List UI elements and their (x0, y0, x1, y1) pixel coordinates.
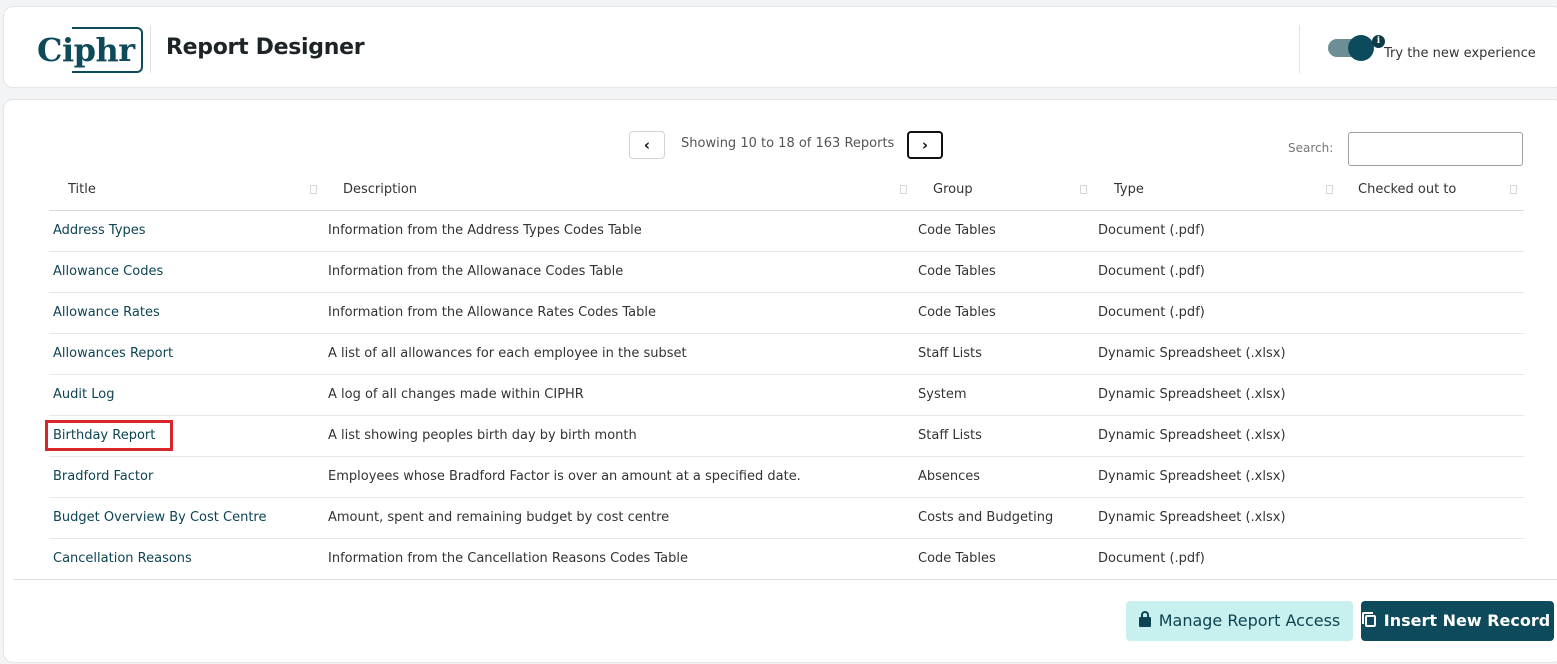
table-row: Birthday Report A list showing peoples b… (45, 416, 1524, 457)
sort-icon[interactable] (1510, 185, 1517, 194)
column-header-type[interactable]: Type (1114, 182, 1144, 197)
next-page-button[interactable]: › (907, 131, 943, 159)
report-type: Document (.pdf) (1098, 264, 1205, 279)
report-type: Document (.pdf) (1098, 305, 1205, 320)
sort-icon[interactable] (900, 185, 907, 194)
report-title-link[interactable]: Address Types (53, 223, 146, 238)
report-title-link[interactable]: Cancellation Reasons (53, 551, 192, 566)
table-row: Allowance Rates Information from the All… (49, 293, 1524, 334)
sort-icon[interactable] (1326, 185, 1333, 194)
report-group: Code Tables (918, 305, 996, 320)
chevron-right-icon: › (921, 136, 929, 154)
report-title-link[interactable]: Allowance Codes (53, 264, 163, 279)
toggle-label: Try the new experience (1384, 46, 1536, 61)
report-title-link[interactable]: Audit Log (53, 387, 114, 402)
report-description: A list of all allowances for each employ… (328, 346, 687, 361)
report-group: Code Tables (918, 264, 996, 279)
new-experience-toggle[interactable] (1328, 35, 1374, 61)
report-type: Dynamic Spreadsheet (.xlsx) (1098, 346, 1286, 361)
report-title-link[interactable]: Allowance Rates (53, 305, 160, 320)
report-description: Amount, spent and remaining budget by co… (328, 510, 670, 525)
header-divider (150, 25, 151, 73)
insert-button-label: Insert New Record (1383, 611, 1551, 630)
search-label: Search: (1288, 141, 1334, 155)
pagination-info: Showing 10 to 18 of 163 Reports (681, 136, 895, 151)
table-row: Bradford Factor Employees whose Bradford… (49, 457, 1524, 498)
report-group: Costs and Budgeting (918, 510, 1054, 525)
previous-page-button[interactable]: ‹ (629, 131, 665, 159)
report-description: Employees whose Bradford Factor is over … (328, 469, 801, 484)
report-description: Information from the Address Types Codes… (328, 223, 642, 238)
search-input[interactable] (1348, 132, 1523, 166)
column-header-title[interactable]: Title (68, 182, 96, 197)
reports-table: Title Description Group Type Checked out… (45, 172, 1524, 580)
table-row: Audit Log A log of all changes made with… (49, 375, 1524, 416)
footer-divider (14, 579, 1557, 580)
column-header-description[interactable]: Description (343, 182, 417, 197)
table-row: Budget Overview By Cost Centre Amount, s… (49, 498, 1524, 539)
sort-icon[interactable] (310, 185, 317, 194)
report-description: Information from the Cancellation Reason… (328, 551, 688, 566)
report-type: Dynamic Spreadsheet (.xlsx) (1098, 469, 1286, 484)
chevron-left-icon: ‹ (643, 136, 651, 154)
report-type: Document (.pdf) (1098, 551, 1205, 566)
report-group: System (918, 387, 967, 402)
copy-icon (1361, 612, 1376, 627)
report-group: Code Tables (918, 223, 996, 238)
reports-panel: ‹ Showing 10 to 18 of 163 Reports › Sear… (3, 99, 1557, 663)
report-description: Information from the Allowance Rates Cod… (328, 305, 656, 320)
page-title: Report Designer (166, 35, 365, 60)
report-title-link[interactable]: Budget Overview By Cost Centre (53, 510, 266, 525)
report-description: Information from the Allowanace Codes Ta… (328, 264, 624, 279)
report-group: Staff Lists (918, 428, 982, 443)
table-row: Allowances Report A list of all allowanc… (49, 334, 1524, 375)
insert-new-record-button[interactable]: Insert New Record (1361, 601, 1554, 641)
column-header-checked-out[interactable]: Checked out to (1358, 182, 1456, 197)
report-description: A list showing peoples birth day by birt… (328, 428, 637, 443)
logo-text-box: phr (71, 27, 143, 73)
report-title-link[interactable]: Bradford Factor (53, 469, 153, 484)
column-header-group[interactable]: Group (933, 182, 973, 197)
report-type: Dynamic Spreadsheet (.xlsx) (1098, 387, 1286, 402)
lock-icon (1138, 611, 1151, 627)
logo-text-main: Ci (37, 31, 74, 69)
report-group: Staff Lists (918, 346, 982, 361)
report-description: A log of all changes made within CIPHR (328, 387, 584, 402)
ciphr-logo[interactable]: Ciphr (37, 27, 143, 73)
table-header: Title Description Group Type Checked out… (49, 172, 1524, 211)
table-row: Cancellation Reasons Information from th… (49, 539, 1524, 580)
table-row: Allowance Codes Information from the All… (49, 252, 1524, 293)
table-row: Address Types Information from the Addre… (49, 211, 1524, 252)
report-type: Dynamic Spreadsheet (.xlsx) (1098, 428, 1286, 443)
report-title-link[interactable]: Allowances Report (53, 346, 173, 361)
manage-report-access-button[interactable]: Manage Report Access (1126, 601, 1353, 641)
app-header: Ciphr Report Designer i Try the new expe… (3, 6, 1557, 88)
report-group: Code Tables (918, 551, 996, 566)
sort-icon[interactable] (1080, 185, 1087, 194)
report-title-link[interactable]: Birthday Report (53, 428, 155, 443)
header-divider-right (1299, 25, 1300, 73)
report-type: Document (.pdf) (1098, 223, 1205, 238)
toggle-knob (1348, 35, 1374, 61)
report-group: Absences (918, 469, 981, 484)
report-type: Dynamic Spreadsheet (.xlsx) (1098, 510, 1286, 525)
manage-button-label: Manage Report Access (1158, 611, 1341, 630)
